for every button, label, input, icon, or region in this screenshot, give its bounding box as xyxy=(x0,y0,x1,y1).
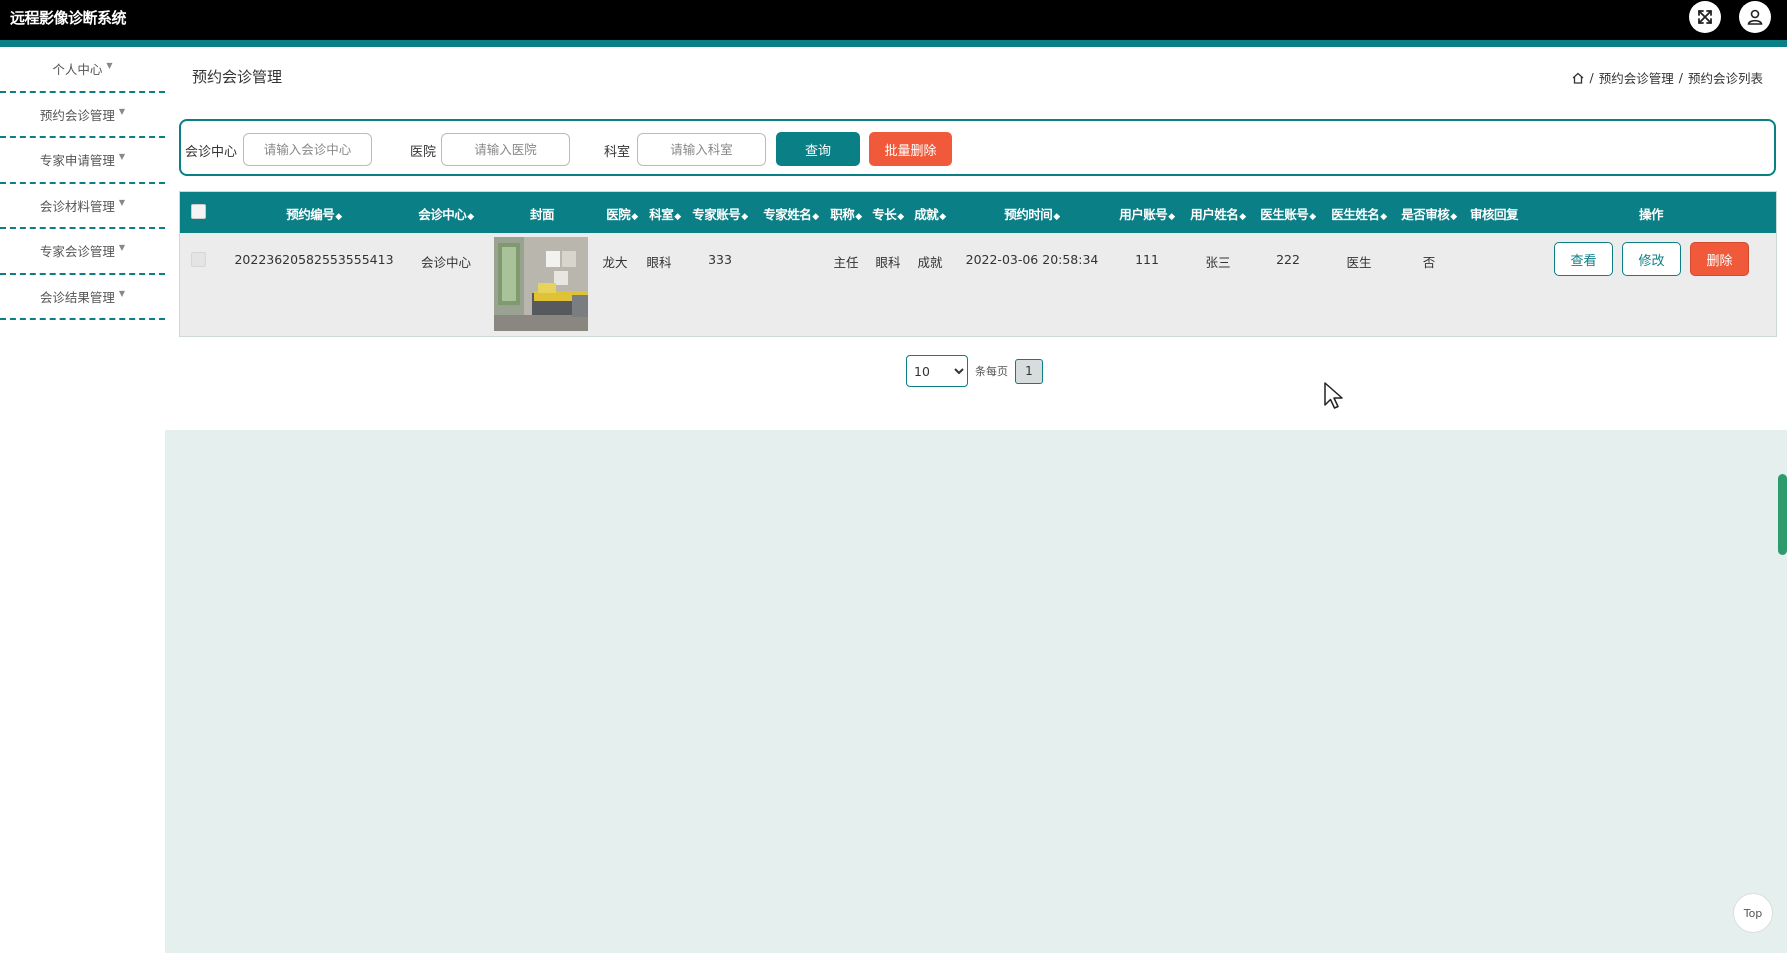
col-dept[interactable]: 科室◆ xyxy=(649,204,681,223)
user-icon[interactable] xyxy=(1739,1,1771,33)
caret-down-icon: ▼ xyxy=(106,61,113,71)
cell-doctor-account: 222 xyxy=(1276,252,1300,267)
cell-center: 会诊中心 xyxy=(420,255,472,270)
content-background xyxy=(165,430,1787,953)
col-specialty[interactable]: 专长◆ xyxy=(872,204,904,223)
hospital-label: 医院 xyxy=(410,145,437,160)
sidebar-item-result-management[interactable]: 会诊结果管理 ▼ xyxy=(0,275,165,320)
cell-reviewed: 否 xyxy=(1422,255,1436,270)
sidebar-item-expert-application[interactable]: 专家申请管理 ▼ xyxy=(0,138,165,184)
breadcrumb-item[interactable]: 预约会诊管理 xyxy=(1599,68,1674,87)
cell-expert-account: 333 xyxy=(708,252,732,267)
col-hospital[interactable]: 医院◆ xyxy=(606,204,638,223)
col-doctor-account[interactable]: 医生账号◆ xyxy=(1260,204,1316,223)
page-size-select[interactable]: 10 xyxy=(906,355,968,387)
sidebar: 个人中心 ▼ 预约会诊管理 ▼ 专家申请管理 ▼ 会诊材料管理 ▼ 专家会诊管理 ▼ 会诊… xyxy=(0,47,165,320)
cell-specialty: 眼科 xyxy=(875,255,901,270)
cell-dept: 眼科 xyxy=(646,255,672,270)
sidebar-item-label: 专家申请管理 xyxy=(39,153,115,169)
top-bar-accent-line xyxy=(0,40,1787,47)
sidebar-item-personal-center[interactable]: 个人中心 ▼ xyxy=(0,47,165,93)
sidebar-item-label: 专家会诊管理 xyxy=(39,244,115,260)
cell-title: 主任 xyxy=(833,255,859,270)
sidebar-item-material-management[interactable]: 会诊材料管理 ▼ xyxy=(0,184,165,229)
col-center[interactable]: 会诊中心◆ xyxy=(418,204,474,223)
cell-doctor-name: 医生 xyxy=(1346,255,1372,270)
booking-table: 预约编号◆ 会诊中心◆ 封面 医院◆ 科室◆ 专家账号◆ 专家姓名◆ 职称◆ 专… xyxy=(179,191,1777,337)
caret-down-icon: ▼ xyxy=(118,288,126,298)
sidebar-item-label: 预约会诊管理 xyxy=(39,107,115,123)
col-cover: 封面 xyxy=(529,207,555,222)
caret-down-icon: ▼ xyxy=(118,243,126,253)
cell-user-name: 张三 xyxy=(1205,255,1231,270)
home-icon[interactable] xyxy=(1571,71,1585,85)
caret-down-icon: ▼ xyxy=(118,152,126,162)
app-title: 远程影像诊断系统 xyxy=(10,9,127,27)
cover-image xyxy=(494,237,588,331)
col-doctor-name[interactable]: 医生姓名◆ xyxy=(1331,204,1387,223)
sidebar-item-label: 个人中心 xyxy=(52,62,103,78)
breadcrumb-separator: / xyxy=(1678,70,1683,85)
row-checkbox[interactable] xyxy=(191,252,206,267)
per-page-label: 条每页 xyxy=(975,365,1008,378)
sidebar-item-label: 会诊材料管理 xyxy=(39,198,115,214)
col-actions: 操作 xyxy=(1638,207,1664,222)
breadcrumb: / 预约会诊管理 / 预约会诊列表 xyxy=(1571,68,1763,87)
col-title[interactable]: 职称◆ xyxy=(830,204,862,223)
page-number-button[interactable]: 1 xyxy=(1015,358,1043,384)
batch-delete-button[interactable]: 批量删除 xyxy=(869,132,952,166)
breadcrumb-item: 预约会诊列表 xyxy=(1687,71,1763,86)
breadcrumb-separator: / xyxy=(1589,70,1594,85)
dept-label: 科室 xyxy=(604,145,631,160)
back-to-top-button[interactable]: Top xyxy=(1733,893,1773,933)
delete-button[interactable]: 删除 xyxy=(1690,242,1749,276)
caret-down-icon: ▼ xyxy=(118,106,126,116)
col-booking-time[interactable]: 预约时间◆ xyxy=(1004,204,1060,223)
col-user-name[interactable]: 用户姓名◆ xyxy=(1190,204,1246,223)
col-expert-account[interactable]: 专家账号◆ xyxy=(692,204,748,223)
table-header: 预约编号◆ 会诊中心◆ 封面 医院◆ 科室◆ 专家账号◆ 专家姓名◆ 职称◆ 专… xyxy=(180,192,1776,233)
edit-button[interactable]: 修改 xyxy=(1622,242,1681,276)
page-title: 预约会诊管理 xyxy=(192,68,283,86)
select-all-checkbox[interactable] xyxy=(191,204,206,219)
col-booking-no[interactable]: 预约编号◆ xyxy=(286,204,342,223)
search-panel: 会诊中心 医院 科室 查询 批量删除 xyxy=(179,119,1776,176)
cell-user-account: 111 xyxy=(1135,252,1159,267)
col-reviewed[interactable]: 是否审核◆ xyxy=(1401,204,1457,223)
col-user-account[interactable]: 用户账号◆ xyxy=(1119,204,1175,223)
sidebar-item-booking-management[interactable]: 预约会诊管理 ▼ xyxy=(0,93,165,138)
caret-down-icon: ▼ xyxy=(118,197,126,207)
col-review-reply: 审核回复 xyxy=(1469,207,1519,222)
cell-hospital: 龙大 xyxy=(602,255,628,270)
col-expert-name[interactable]: 专家姓名◆ xyxy=(763,204,819,223)
view-button[interactable]: 查看 xyxy=(1554,242,1613,276)
top-bar: 远程影像诊断系统 xyxy=(0,0,1787,40)
hospital-search-input[interactable] xyxy=(441,133,570,166)
pagination: 10 条每页 1 xyxy=(906,355,1043,387)
sidebar-item-expert-consultation[interactable]: 专家会诊管理 ▼ xyxy=(0,229,165,275)
cell-booking-time: 2022-03-06 20:58:34 xyxy=(965,252,1099,267)
dept-search-input[interactable] xyxy=(637,133,766,166)
sidebar-item-label: 会诊结果管理 xyxy=(39,289,115,305)
mouse-cursor-icon xyxy=(1324,382,1343,409)
center-search-input[interactable] xyxy=(243,133,372,166)
col-achievement[interactable]: 成就◆ xyxy=(914,204,946,223)
fullscreen-icon[interactable] xyxy=(1689,1,1721,33)
center-label: 会诊中心 xyxy=(185,145,238,160)
query-button[interactable]: 查询 xyxy=(776,132,860,166)
scrollbar-thumb[interactable] xyxy=(1778,474,1787,555)
cell-booking-no: 20223620582553555413 xyxy=(234,252,394,267)
cell-achievement: 成就 xyxy=(917,255,943,270)
